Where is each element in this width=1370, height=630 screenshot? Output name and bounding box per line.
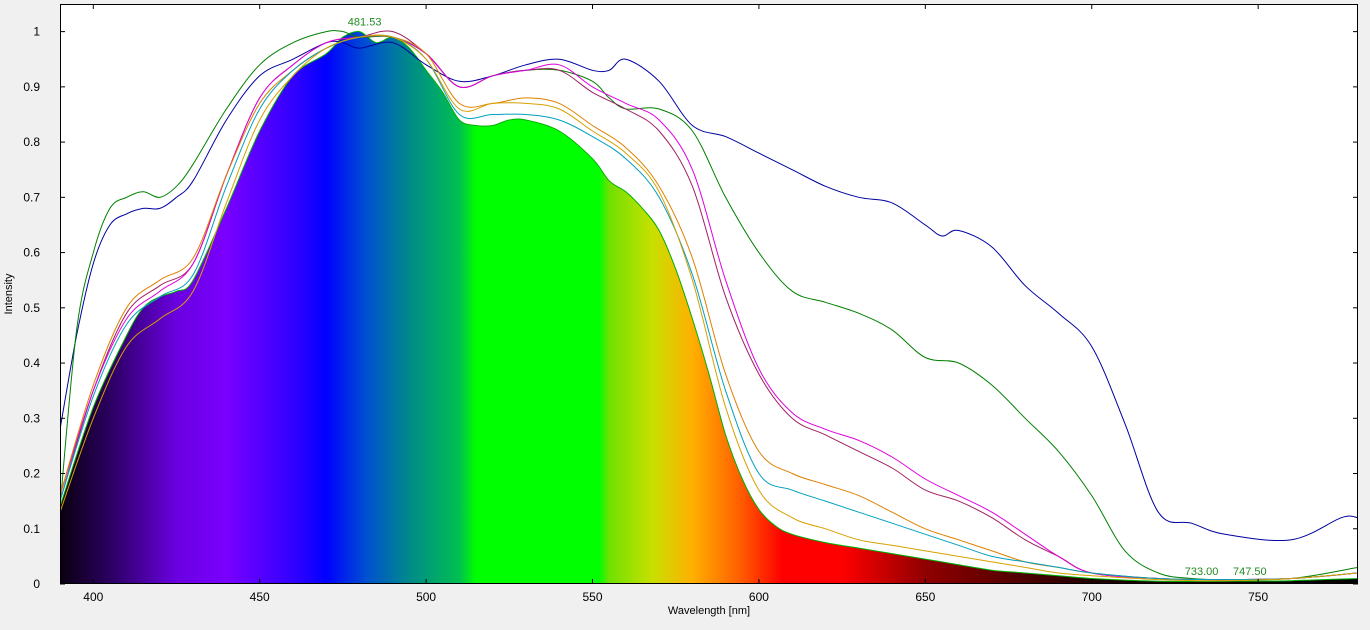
spectrum-chart: 400 450 500 550 600 650 700 750 0 0.1 0.2 0.3 0.4 0.… — [0, 0, 1370, 630]
x-tick-label: 450 — [250, 590, 270, 604]
x-tick-label: 550 — [582, 590, 602, 604]
y-tick-label: 0.5 — [23, 301, 40, 315]
peak-annotation-1: 481.53 — [348, 17, 382, 29]
y-tick-label: 0.3 — [23, 411, 40, 425]
x-tick-label: 500 — [416, 590, 436, 604]
y-tick-label: 0.2 — [23, 467, 40, 481]
peak-annotation-2: 733.00 — [1185, 566, 1219, 578]
chart-svg: 400 450 500 550 600 650 700 750 0 0.1 0.2 0.3 0.4 0.… — [3, 4, 1358, 617]
y-tick-label: 0.9 — [23, 80, 40, 94]
x-axis-title: Wavelength [nm] — [668, 605, 750, 617]
y-tick-label: 0 — [33, 577, 40, 591]
y-tick-label: 0.4 — [23, 356, 40, 370]
x-tick-label: 750 — [1248, 590, 1268, 604]
y-axis-title: Intensity — [3, 273, 15, 314]
y-tick-label: 0.6 — [23, 246, 40, 260]
y-tick-label: 1 — [33, 25, 40, 39]
x-tick-label: 600 — [749, 590, 769, 604]
x-tick-label: 700 — [1082, 590, 1102, 604]
y-tick-label: 0.8 — [23, 135, 40, 149]
y-tick-label: 0.7 — [23, 190, 40, 204]
x-tick-label: 400 — [83, 590, 103, 604]
y-tick-label: 0.1 — [23, 522, 40, 536]
x-tick-label: 650 — [915, 590, 935, 604]
peak-annotation-3: 747.50 — [1233, 566, 1267, 578]
